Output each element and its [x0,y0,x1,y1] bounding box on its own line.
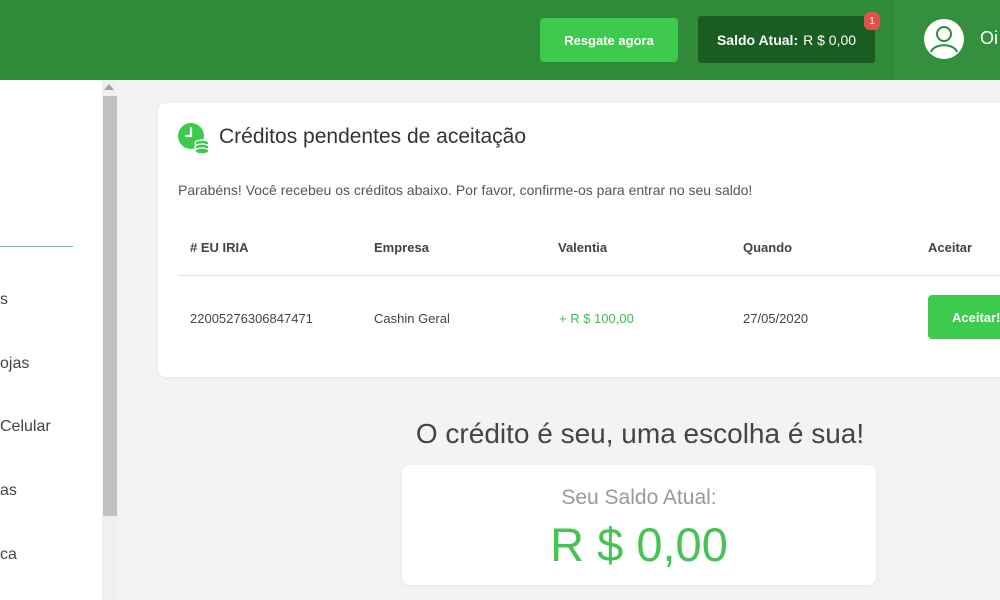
column-header-valor: Valentia [558,240,608,255]
sidebar-divider [0,246,73,247]
column-header-quando: Quando [743,240,793,255]
resgate-agora-button[interactable]: Resgate agora [540,18,678,62]
notification-badge: 1 [864,12,880,30]
pending-credits-subtitle: Parabéns! Você recebeu os créditos abaix… [178,182,753,198]
sidebar-item-4[interactable]: as [0,482,17,500]
scrollbar-thumb[interactable] [103,96,117,516]
sidebar-item-celular[interactable]: Celular [0,418,51,436]
balance-value: R $ 0,00 [550,518,728,571]
sidebar-item-5[interactable]: ca [0,546,17,564]
clock-coins-icon [177,122,211,156]
row-quando-cell: 27/05/2020 [743,311,809,326]
slogan-heading: O crédito é seu, uma escolha é sua! [415,418,865,449]
sidebar-item-1[interactable]: s [0,291,8,309]
column-header-aceitar: Aceitar [928,240,973,255]
pending-credits-title: Créditos pendentes de aceitação [219,125,527,148]
user-greeting[interactable]: Oi [980,28,998,49]
user-avatar-icon[interactable] [924,19,964,59]
row-valor-cell: + R $ 100,00 [559,311,634,326]
row-empresa-cell: Cashin Geral [374,311,450,326]
saldo-atual-button[interactable]: Saldo Atual: R $ 0,00 [698,16,875,63]
aceitar-button[interactable]: Aceitar! [928,295,1000,339]
scroll-up-icon[interactable] [104,84,114,90]
sidebar [0,80,118,600]
row-id-cell: 22005276306847471 [190,311,313,326]
column-header-id: # EU IRIA [190,240,249,255]
saldo-atual-value: R $ 0,00 [803,31,857,48]
column-header-empresa: Empresa [374,240,429,255]
saldo-atual-label: Saldo Atual: [716,31,799,48]
table-header-divider [178,275,1000,276]
balance-label: Seu Saldo Atual: [561,486,717,509]
sidebar-item-lojas[interactable]: ojas [0,355,29,373]
